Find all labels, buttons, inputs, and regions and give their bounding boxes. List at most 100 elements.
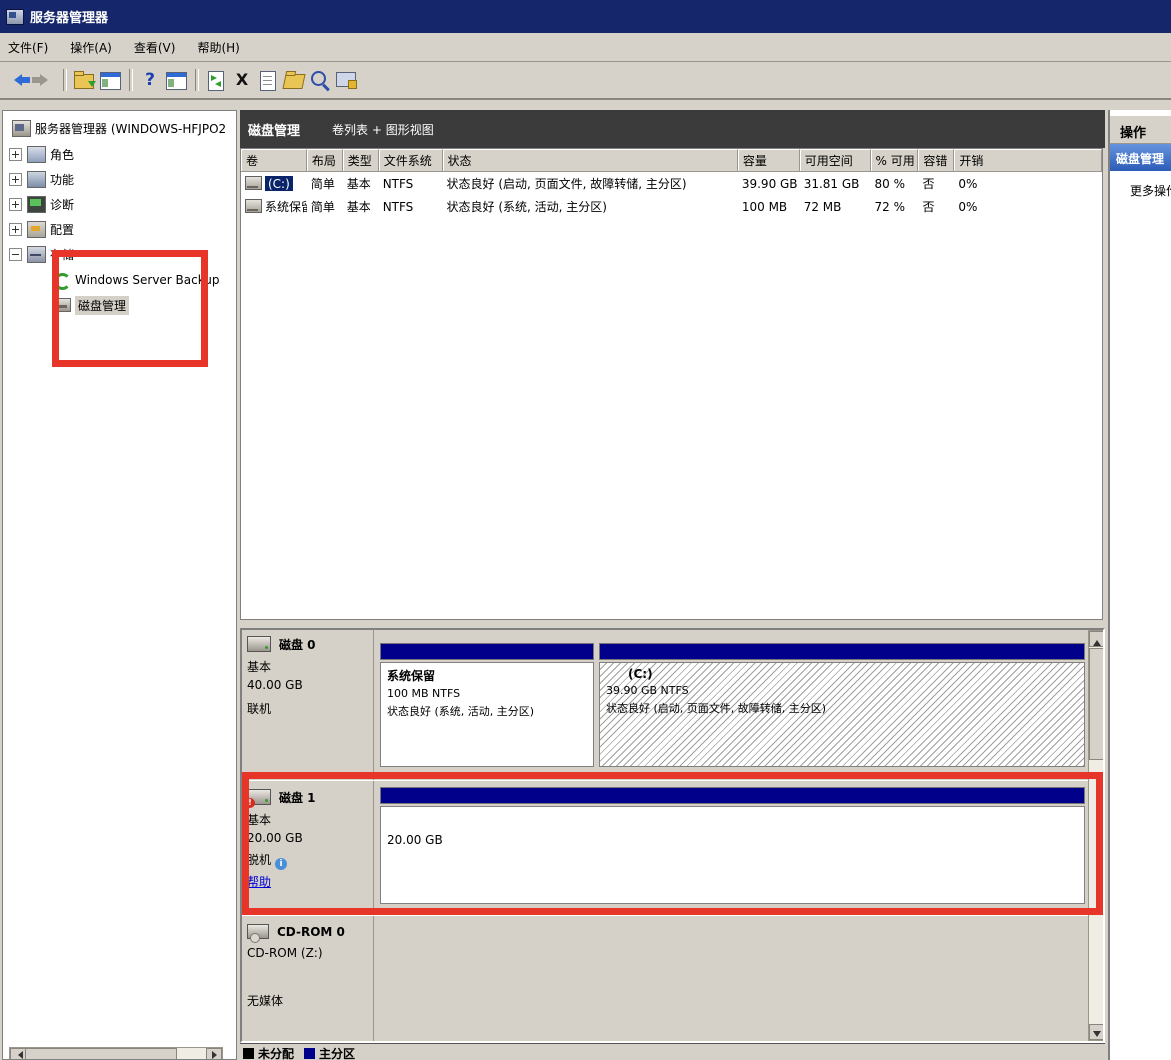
cell-pct-free: 80 % [871,177,919,191]
volume-name: 系统保留 [265,200,307,214]
console-window-icon[interactable] [164,68,188,92]
actions-section-disk-management[interactable]: 磁盘管理 [1110,144,1171,171]
disk-status: 联机 [247,700,271,717]
volume-row-system-reserved[interactable]: 系统保留 简单 基本 NTFS 状态良好 (系统, 活动, 主分区) 100 M… [241,195,1102,218]
tree-item-label: 功能 [50,171,74,188]
title-bar[interactable]: 服务器管理器 [0,0,1171,33]
col-status[interactable]: 状态 [443,149,738,171]
expand-plus-icon[interactable] [9,223,22,236]
partition-c[interactable]: (C:) 39.90 GB NTFS 状态良好 (启动, 页面文件, 故障转储,… [599,643,1085,769]
legend-primary-partition: 主分区 [319,1047,355,1060]
cell-capacity: 39.90 GB [738,177,800,191]
cell-status: 状态良好 (系统, 活动, 主分区) [443,198,738,215]
menu-view[interactable]: 查看(V) [134,39,176,56]
scrollbar-thumb[interactable] [1089,648,1104,760]
expand-plus-icon[interactable] [9,173,22,186]
forward-icon[interactable] [32,68,56,92]
tree-item-label: 角色 [50,146,74,163]
partition-status: 状态良好 (系统, 活动, 主分区) [387,703,587,719]
diagnostics-icon [27,196,46,213]
annotation-rectangle-tree [52,250,208,367]
cell-type: 基本 [343,198,379,215]
cell-layout: 简单 [307,175,343,192]
storage-icon [27,246,46,263]
partition-info: 39.90 GB NTFS [606,684,1078,697]
disk-size: 40.00 GB [247,678,303,692]
disk-type: 基本 [247,658,271,675]
expand-plus-icon[interactable] [9,148,22,161]
col-volume[interactable]: 卷 [241,149,307,171]
cell-status: 状态良好 (启动, 页面文件, 故障转储, 主分区) [443,175,738,192]
help-icon[interactable]: ? [138,68,162,92]
actions-panel: 操作 磁盘管理 更多操作 [1108,110,1171,1060]
panel-subtitle: 卷列表 + 图形视图 [332,121,434,138]
panel-title: 磁盘管理 [248,120,300,139]
col-fault-tolerance[interactable]: 容错 [918,149,954,171]
features-icon [27,171,46,188]
col-type[interactable]: 类型 [343,149,379,171]
console-window-icon[interactable] [98,68,122,92]
tree-root-label: 服务器管理器 (WINDOWS-HFJPO2 [35,120,226,137]
menu-help[interactable]: 帮助(H) [197,39,239,56]
refresh-icon[interactable] [204,68,228,92]
col-capacity[interactable]: 容量 [738,149,800,171]
delete-icon[interactable]: X [230,68,254,92]
cell-type: 基本 [343,175,379,192]
properties-icon[interactable] [256,68,280,92]
cell-free-space: 31.81 GB [800,177,871,191]
col-free-space[interactable]: 可用空间 [800,149,871,171]
open-folder-icon[interactable] [282,68,306,92]
cell-layout: 简单 [307,198,343,215]
toolbar-separator [195,69,199,91]
col-overhead[interactable]: 开销 [954,149,1102,171]
partition-status: 状态良好 (启动, 页面文件, 故障转储, 主分区) [606,700,1078,716]
tree-item-configuration[interactable]: 配置 [9,218,74,240]
cell-filesystem: NTFS [379,177,443,191]
cdrom-icon [247,924,269,939]
cell-capacity: 100 MB [738,200,800,214]
col-pct-free[interactable]: % 可用 [871,149,919,171]
tree-item-roles[interactable]: 角色 [9,143,74,165]
primary-partition-color-swatch [304,1048,315,1059]
more-actions[interactable]: 更多操作 [1130,182,1171,199]
col-filesystem[interactable]: 文件系统 [379,149,443,171]
scrollbar-thumb[interactable] [25,1048,177,1060]
disk-management-panel: 磁盘管理 卷列表 + 图形视图 卷 布局 类型 文件系统 状态 容量 可用空间 … [240,110,1105,1060]
scroll-down-icon[interactable] [1089,1024,1104,1040]
toolbar-separator [129,69,133,91]
col-layout[interactable]: 布局 [307,149,343,171]
scroll-up-icon[interactable] [1089,631,1104,647]
tree-item-features[interactable]: 功能 [9,168,74,190]
legend-bar: 未分配 主分区 [240,1043,1105,1060]
window-title: 服务器管理器 [30,7,108,26]
panel-header: 磁盘管理 卷列表 + 图形视图 [240,110,1105,148]
partition-title: 系统保留 [387,667,587,684]
collapse-minus-icon[interactable] [9,248,22,261]
show-console-tree-icon[interactable] [72,68,96,92]
manage-computer-icon[interactable] [334,68,358,92]
back-icon[interactable] [6,68,30,92]
tree-item-label: 配置 [50,221,74,238]
partition-strip [599,643,1085,660]
expand-plus-icon[interactable] [9,198,22,211]
tree-root[interactable]: 服务器管理器 (WINDOWS-HFJPO2 [7,117,226,139]
configuration-icon [27,221,46,238]
partition-strip [380,643,594,660]
search-icon[interactable] [308,68,332,92]
volume-table-header: 卷 布局 类型 文件系统 状态 容量 可用空间 % 可用 容错 开销 [241,149,1102,172]
tree-horizontal-scrollbar[interactable] [9,1047,223,1060]
scroll-right-icon[interactable] [206,1048,222,1060]
cdrom-media-status: 无媒体 [247,992,283,1009]
annotation-rectangle-disk1 [242,772,1103,915]
volume-row-c[interactable]: (C:) 简单 基本 NTFS 状态良好 (启动, 页面文件, 故障转储, 主分… [241,172,1102,195]
tree-item-diagnostics[interactable]: 诊断 [9,193,74,215]
scroll-left-icon[interactable] [10,1048,26,1060]
disk-name: CD-ROM 0 [277,925,345,939]
cell-overhead: 0% [954,200,1102,214]
menu-action[interactable]: 操作(A) [70,39,112,56]
partition-system-reserved[interactable]: 系统保留 100 MB NTFS 状态良好 (系统, 活动, 主分区) [380,643,594,769]
menu-file[interactable]: 文件(F) [8,39,48,56]
server-manager-icon [12,120,31,137]
server-manager-window: 服务器管理器 文件(F) 操作(A) 查看(V) 帮助(H) ? X 服务器管理… [0,0,1171,1060]
volume-list: 卷 布局 类型 文件系统 状态 容量 可用空间 % 可用 容错 开销 (C:) … [240,148,1103,620]
